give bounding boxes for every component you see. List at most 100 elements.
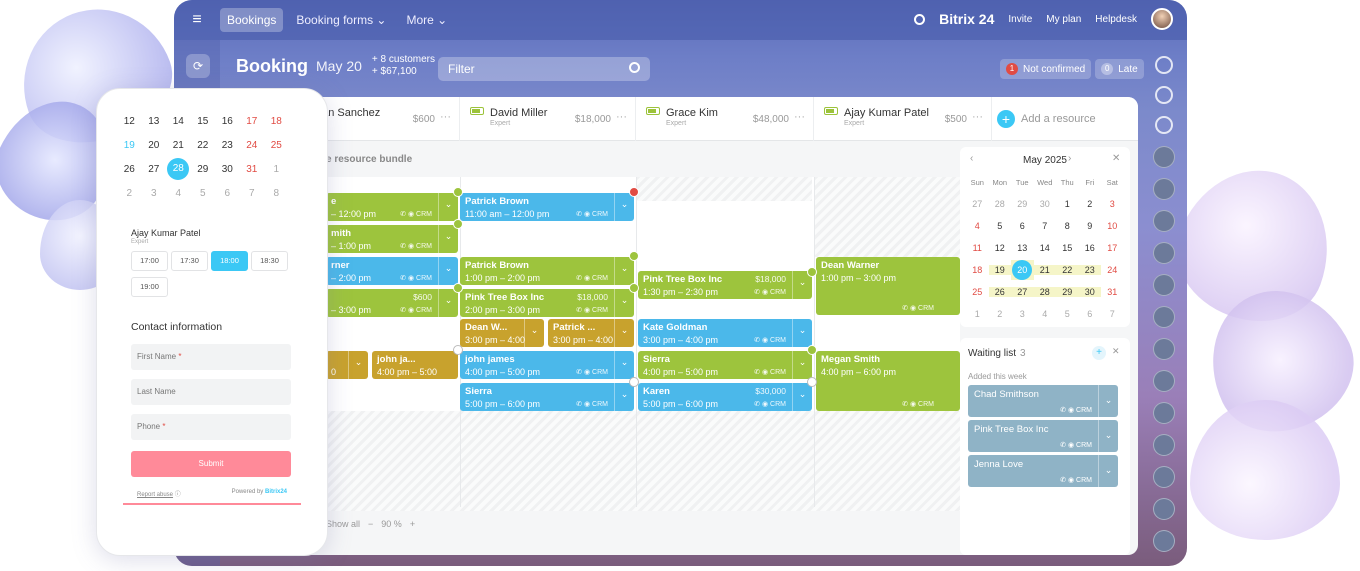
calendar-day[interactable]: 5 <box>191 188 216 199</box>
calendar-day[interactable]: 4 <box>166 188 191 199</box>
calendar-day[interactable]: 25 <box>264 140 289 151</box>
calendar-day[interactable]: 30 <box>1034 199 1057 209</box>
waiting-list-item[interactable]: Pink Tree Box Inc ✆ ◉ CRM ⌄ <box>968 420 1118 452</box>
chevron-down-icon[interactable]: ⌄ <box>348 351 368 379</box>
submit-button[interactable]: Submit <box>131 451 291 477</box>
contact-avatar[interactable] <box>1153 178 1175 200</box>
contact-avatar[interactable] <box>1153 434 1175 456</box>
calendar-day[interactable]: 5 <box>989 221 1012 231</box>
calendar-day[interactable]: 30 <box>215 164 240 175</box>
calendar-day[interactable]: 29 <box>1056 287 1079 297</box>
calendar-day[interactable]: 8 <box>1056 221 1079 231</box>
contact-avatar[interactable] <box>1153 402 1175 424</box>
tab-more[interactable]: More ⌄ <box>399 8 454 32</box>
calendar-day[interactable]: 27 <box>1011 287 1034 297</box>
more-icon[interactable]: ··· <box>440 111 451 123</box>
calendar-day[interactable]: 22 <box>1056 265 1079 275</box>
booking-event[interactable]: Sierra 5:00 pm – 6:00 pm ✆ ◉ CRM ⌄ <box>460 383 634 411</box>
calendar-day[interactable]: 3 <box>1011 309 1034 319</box>
calendar-day[interactable]: 26 <box>117 164 142 175</box>
booking-event[interactable]: Patrick Brown 11:00 am – 12:00 pm ✆ ◉ CRM… <box>460 193 634 221</box>
calendar-day[interactable]: 15 <box>1056 243 1079 253</box>
time-slot[interactable]: 18:30 <box>251 251 288 271</box>
chevron-down-icon[interactable]: ⌄ <box>524 319 544 347</box>
contact-avatar[interactable] <box>1153 466 1175 488</box>
resource-column[interactable]: Ajay Kumar Patel Expert $500 ··· <box>814 97 992 141</box>
chevron-down-icon[interactable]: ⌄ <box>614 289 634 317</box>
booking-event[interactable]: Kate Goldman 3:00 pm – 4:00 pm ✆ ◉ CRM ⌄ <box>638 319 812 347</box>
bell-icon[interactable] <box>1155 56 1173 74</box>
search-icon[interactable] <box>629 62 640 73</box>
calendar-day[interactable]: 3 <box>1101 199 1124 209</box>
calendar-day[interactable]: 8 <box>264 188 289 199</box>
calendar-day[interactable]: 1 <box>264 164 289 175</box>
settings-icon[interactable]: ⟳ <box>186 54 210 78</box>
calendar-day[interactable]: 20 <box>1011 260 1034 280</box>
calendar-day[interactable]: 31 <box>1101 287 1124 297</box>
calendar-day[interactable]: 30 <box>1078 287 1101 297</box>
booking-event[interactable]: Dean W... 3:00 pm – 4:00 ⌄ <box>460 319 544 347</box>
booking-event[interactable]: $18,000 Pink Tree Box Inc 1:30 pm – 2:30 p… <box>638 271 812 299</box>
calendar-day[interactable]: 2 <box>117 188 142 199</box>
calendar-day[interactable]: 24 <box>1101 265 1124 275</box>
waiting-list-item[interactable]: Chad Smithson ✆ ◉ CRM ⌄ <box>968 385 1118 417</box>
booking-event[interactable]: Patrick Brown 1:00 pm – 2:00 pm ✆ ◉ CRM ⌄ <box>460 257 634 285</box>
calendar-day[interactable]: 1 <box>966 309 989 319</box>
resource-column[interactable]: David Miller Expert $18,000 ··· <box>460 97 636 141</box>
booking-event[interactable]: Sierra 4:00 pm – 5:00 pm ✆ ◉ CRM ⌄ <box>638 351 812 379</box>
resource-column[interactable]: Grace Kim Expert $48,000 ··· <box>636 97 814 141</box>
booking-event[interactable]: john ja... 4:00 pm – 5:00 <box>372 351 458 379</box>
helpdesk-link[interactable]: Helpdesk <box>1095 14 1137 25</box>
not-confirmed-filter[interactable]: 1 Not confirmed <box>1000 59 1092 79</box>
contact-avatar[interactable] <box>1153 530 1175 552</box>
zoom-out-button[interactable]: − <box>368 519 373 529</box>
first-name-field[interactable]: First Name * <box>131 344 291 370</box>
calendar-day[interactable]: 15 <box>191 116 216 127</box>
calendar-day[interactable]: 12 <box>989 243 1012 253</box>
calendar-day[interactable]: 7 <box>1034 221 1057 231</box>
more-icon[interactable]: ··· <box>794 111 805 123</box>
booking-event[interactable]: john james 4:00 pm – 5:00 pm ✆ ◉ CRM ⌄ <box>460 351 634 379</box>
calendar-day[interactable]: 12 <box>117 116 142 127</box>
contact-avatar[interactable] <box>1153 146 1175 168</box>
search-icon[interactable] <box>914 13 926 25</box>
booking-event[interactable]: Patrick ... 3:00 pm – 4:00 ⌄ <box>548 319 634 347</box>
contact-avatar[interactable] <box>1153 370 1175 392</box>
calendar-day[interactable]: 7 <box>240 188 265 199</box>
contact-avatar[interactable] <box>1153 210 1175 232</box>
close-icon[interactable]: ✕ <box>1112 153 1120 164</box>
calendar-day[interactable]: 21 <box>166 140 191 151</box>
calendar-day[interactable]: 22 <box>191 140 216 151</box>
page-date[interactable]: May 20 <box>316 58 362 74</box>
calendar-day[interactable]: 26 <box>988 287 1011 297</box>
calendar-day[interactable]: 3 <box>142 188 167 199</box>
tab-bookings[interactable]: Bookings <box>220 8 284 32</box>
calendar-day[interactable]: 6 <box>1079 309 1102 319</box>
last-name-field[interactable]: Last Name <box>131 379 291 405</box>
calendar-day[interactable]: 21 <box>1033 265 1056 275</box>
chevron-down-icon[interactable]: ⌄ <box>792 383 812 411</box>
more-icon[interactable]: ··· <box>616 111 627 123</box>
calendar-day[interactable]: 31 <box>240 164 265 175</box>
booking-event[interactable]: $30,000 Karen 5:00 pm – 6:00 pm ✆ ◉ CRM ⌄ <box>638 383 812 411</box>
calendar-day[interactable]: 20 <box>142 140 167 151</box>
waiting-list-item[interactable]: Jenna Love ✆ ◉ CRM ⌄ <box>968 455 1118 487</box>
calendar-day[interactable]: 1 <box>1056 199 1079 209</box>
chevron-down-icon[interactable]: ⌄ <box>438 289 458 317</box>
calendar-day[interactable]: 16 <box>1079 243 1102 253</box>
calendar-day[interactable]: 9 <box>1079 221 1102 231</box>
time-slot[interactable]: 17:00 <box>131 251 168 271</box>
booking-event[interactable]: $600 – 3:00 pm ✆ ◉ CRM ⌄ <box>326 289 458 317</box>
calendar-day[interactable]: 10 <box>1101 221 1124 231</box>
calendar-day[interactable]: 6 <box>215 188 240 199</box>
calendar-day[interactable]: 29 <box>1011 199 1034 209</box>
calendar-day[interactable]: 28 <box>1033 287 1056 297</box>
calendar-day[interactable]: 5 <box>1056 309 1079 319</box>
time-slot-selected[interactable]: 18:00 <box>211 251 248 271</box>
time-slot[interactable]: 17:30 <box>171 251 208 271</box>
booking-event[interactable]: Dean Warner 1:00 pm – 3:00 pm ✆ ◉ CRM <box>816 257 960 315</box>
chevron-left-icon[interactable]: ‹ <box>970 153 973 164</box>
chevron-down-icon[interactable]: ⌄ <box>614 257 634 285</box>
close-icon[interactable]: ✕ <box>1112 346 1120 357</box>
contact-avatar[interactable] <box>1153 338 1175 360</box>
